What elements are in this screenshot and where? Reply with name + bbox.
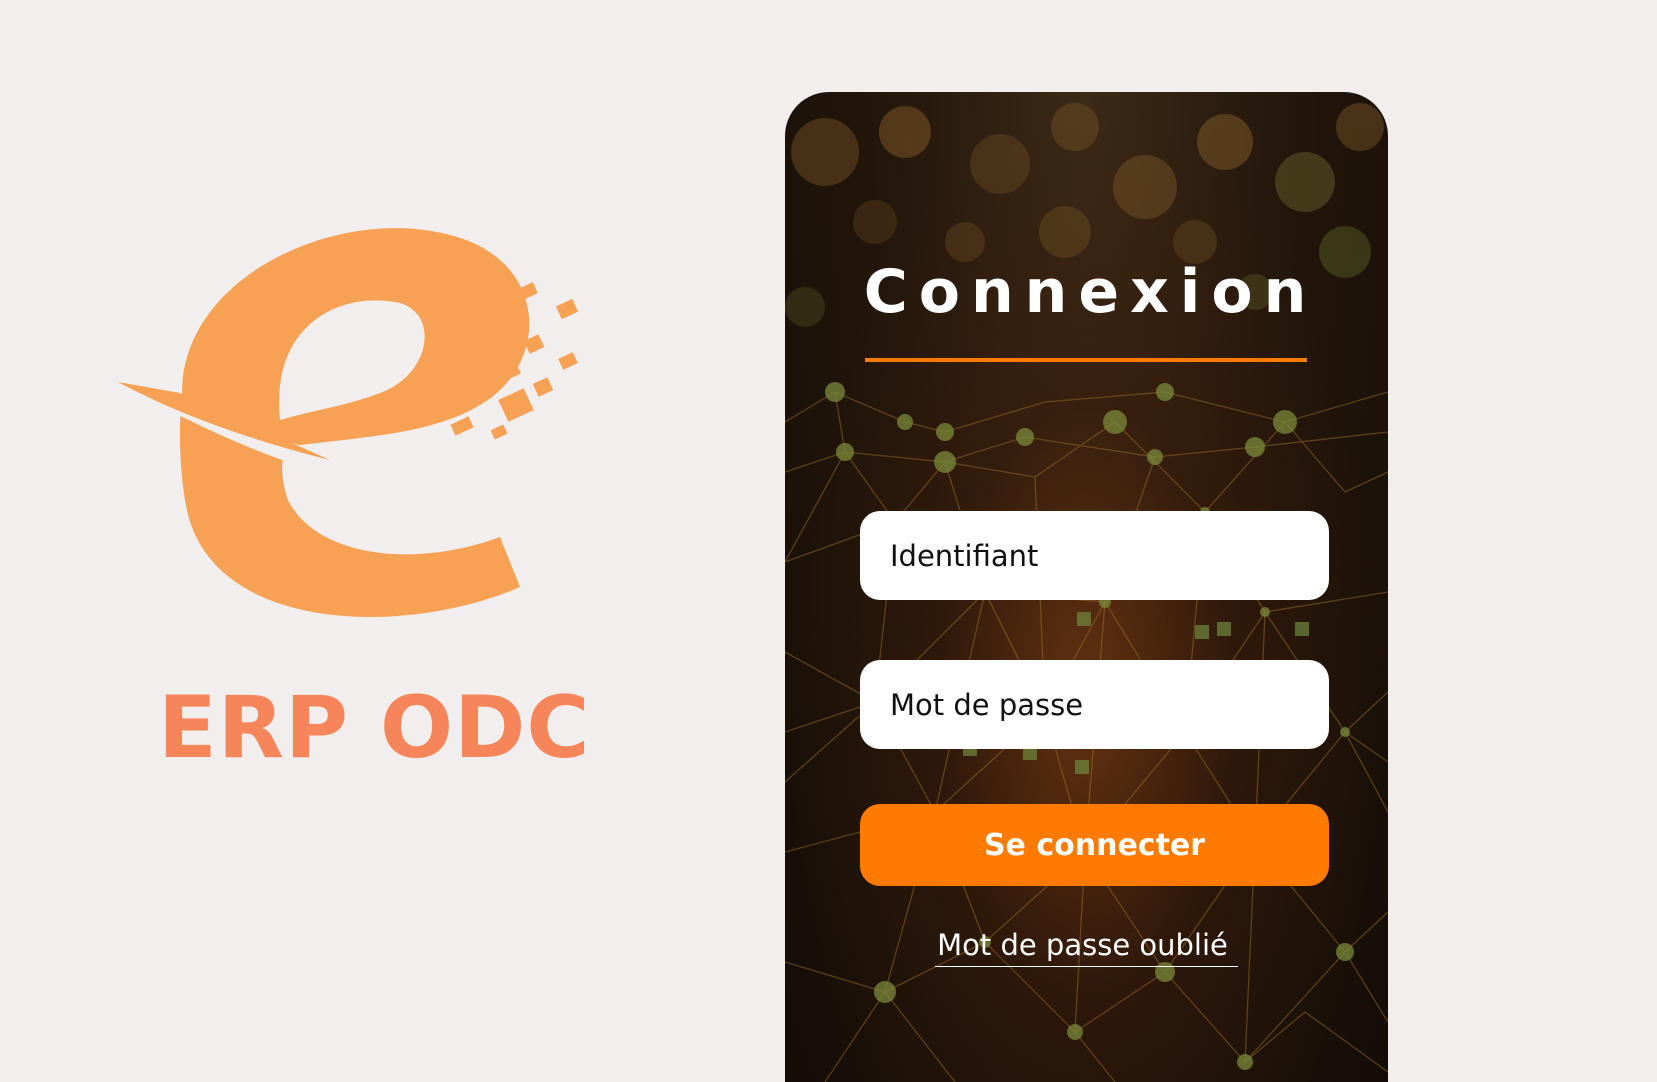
brand-logo: ERP ODC: [110, 215, 630, 775]
title-underline: [865, 358, 1307, 362]
logo-e-icon: [118, 228, 579, 617]
login-button[interactable]: Se connecter: [860, 804, 1329, 886]
login-card: Connexion Se connecter Mot de passe oubl…: [785, 92, 1388, 1082]
password-input[interactable]: [860, 660, 1329, 749]
forgot-password-container: Mot de passe oublié: [785, 928, 1388, 967]
username-input[interactable]: [860, 511, 1329, 600]
logo-wordmark: ERP ODC: [158, 678, 591, 778]
login-title: Connexion: [863, 257, 1318, 327]
forgot-password-link[interactable]: Mot de passe oublié: [935, 928, 1238, 967]
